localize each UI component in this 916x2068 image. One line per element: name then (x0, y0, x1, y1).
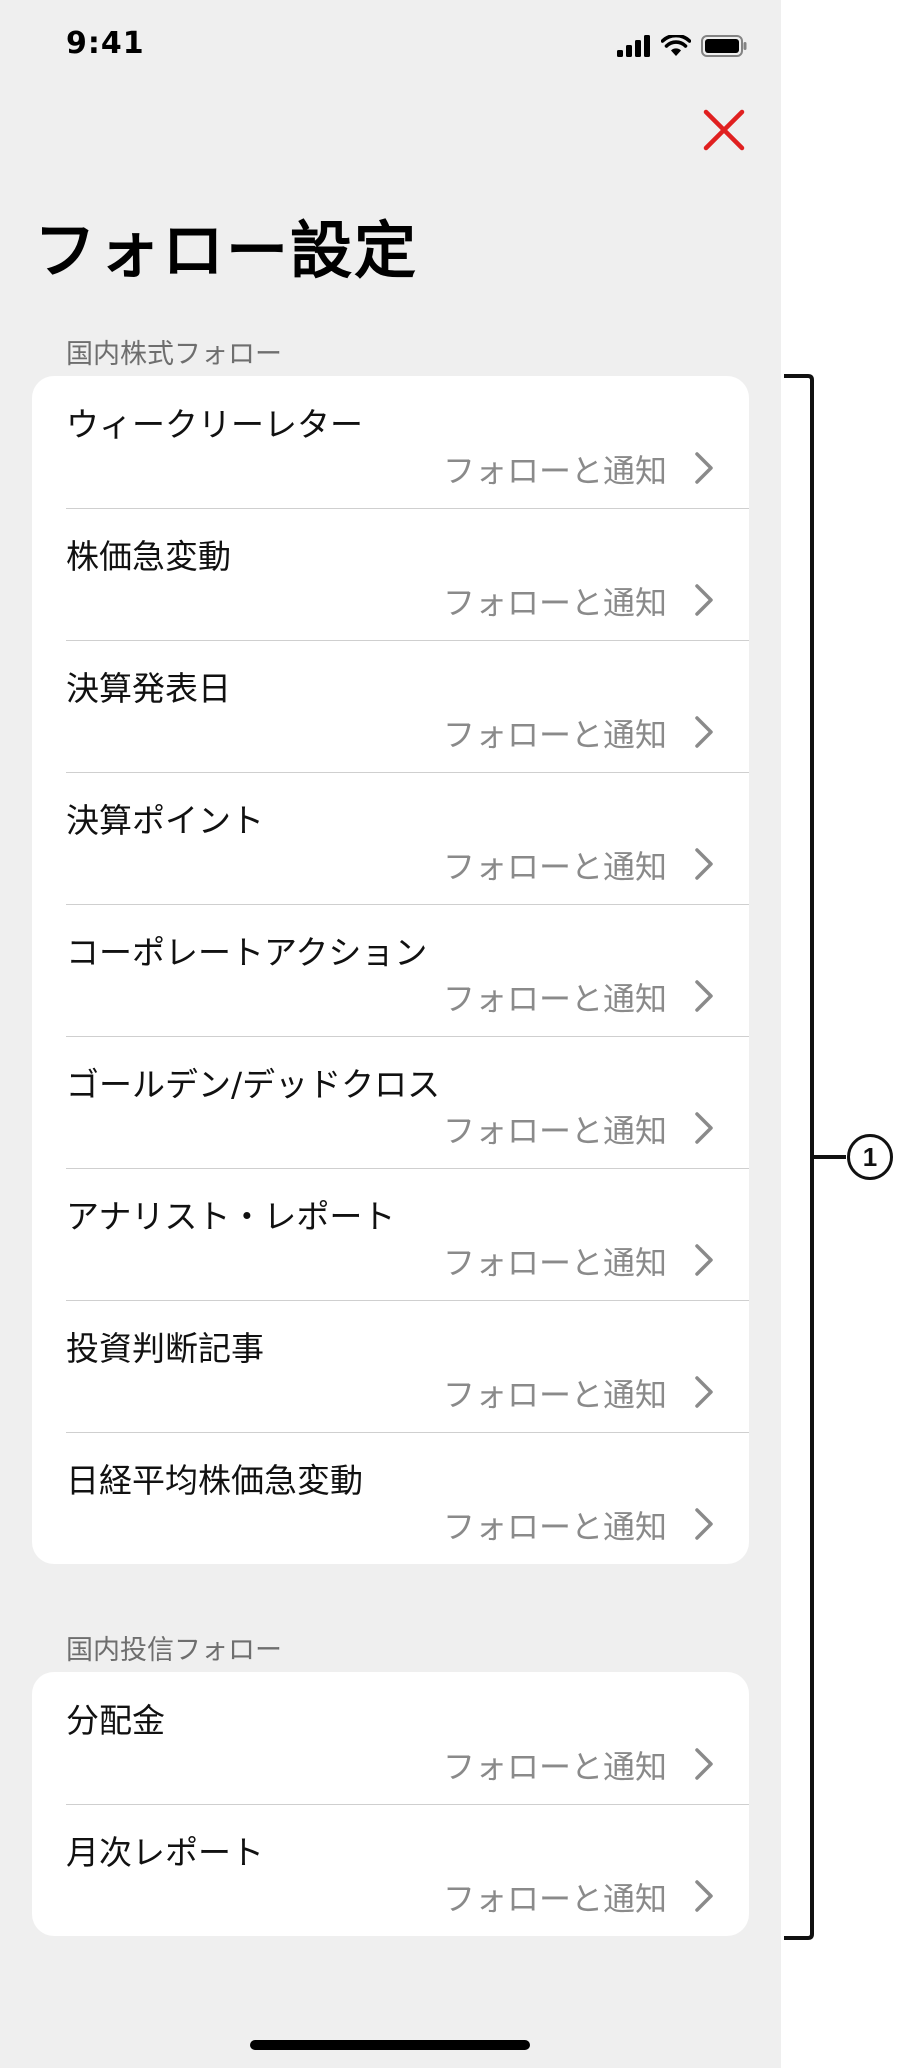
chevron-right-icon (695, 1508, 713, 1540)
card-domestic-stocks: ウィークリーレター フォローと通知 株価急変動 フォローと通知 決算発表日 フォ… (32, 376, 749, 1564)
row-action-label: フォローと通知 (442, 1880, 667, 1918)
chevron-right-icon (695, 1112, 713, 1144)
row-title: 月次レポート (66, 1833, 264, 1872)
row-action-label: フォローと通知 (442, 584, 667, 622)
chevron-right-icon (695, 716, 713, 748)
list-item-corporate-action[interactable]: コーポレートアクション フォローと通知 (32, 904, 749, 1036)
row-action-label: フォローと通知 (442, 1112, 667, 1150)
phone-screen: 9:41 フォロー設定 国内株式フォロー ウィークリーレター フォローと通知 株… (0, 0, 781, 2068)
row-title: アナリスト・レポート (66, 1197, 396, 1236)
list-item-earnings-points[interactable]: 決算ポイント フォローと通知 (32, 772, 749, 904)
row-action-label: フォローと通知 (442, 848, 667, 886)
list-item-analyst-report[interactable]: アナリスト・レポート フォローと通知 (32, 1168, 749, 1300)
home-indicator (250, 2040, 530, 2050)
section-header-domestic-stocks: 国内株式フォロー (66, 339, 282, 370)
battery-icon (701, 35, 747, 57)
page-title: フォロー設定 (34, 214, 419, 287)
list-item-earnings-date[interactable]: 決算発表日 フォローと通知 (32, 640, 749, 772)
row-title: ウィークリーレター (66, 405, 363, 444)
chevron-right-icon (695, 452, 713, 484)
close-icon (703, 109, 745, 151)
chevron-right-icon (695, 584, 713, 616)
annotation-callout: 1 (847, 1134, 893, 1180)
chevron-right-icon (695, 848, 713, 880)
row-title: 分配金 (66, 1701, 165, 1740)
row-title: 決算発表日 (66, 669, 231, 708)
list-item-price-change[interactable]: 株価急変動 フォローと通知 (32, 508, 749, 640)
list-item-distribution[interactable]: 分配金 フォローと通知 (32, 1672, 749, 1804)
row-title: 決算ポイント (66, 801, 264, 840)
status-time: 9:41 (66, 26, 145, 61)
row-title: 投資判断記事 (66, 1329, 264, 1368)
chevron-right-icon (695, 1376, 713, 1408)
list-item-golden-dead-cross[interactable]: ゴールデン/デッドクロス フォローと通知 (32, 1036, 749, 1168)
signal-icon (617, 35, 650, 57)
list-item-nikkei-change[interactable]: 日経平均株価急変動 フォローと通知 (32, 1432, 749, 1564)
chevron-right-icon (695, 1748, 713, 1780)
row-action-label: フォローと通知 (442, 716, 667, 754)
list-item-monthly-report[interactable]: 月次レポート フォローと通知 (32, 1804, 749, 1936)
section-header-domestic-funds: 国内投信フォロー (66, 1635, 282, 1666)
row-title: 日経平均株価急変動 (66, 1461, 363, 1500)
row-action-label: フォローと通知 (442, 452, 667, 490)
row-action-label: フォローと通知 (442, 980, 667, 1018)
status-bar: 9:41 (0, 0, 781, 90)
status-icons (617, 32, 747, 60)
list-item-investment-judgment[interactable]: 投資判断記事 フォローと通知 (32, 1300, 749, 1432)
row-action-label: フォローと通知 (442, 1376, 667, 1414)
row-title: コーポレートアクション (66, 933, 428, 972)
chevron-right-icon (695, 1244, 713, 1276)
row-title: ゴールデン/デッドクロス (66, 1065, 441, 1104)
row-action-label: フォローと通知 (442, 1508, 667, 1546)
row-title: 株価急変動 (66, 537, 231, 576)
card-domestic-funds: 分配金 フォローと通知 月次レポート フォローと通知 (32, 1672, 749, 1936)
row-action-label: フォローと通知 (442, 1244, 667, 1282)
chevron-right-icon (695, 1880, 713, 1912)
chevron-right-icon (695, 980, 713, 1012)
list-item-weekly-letter[interactable]: ウィークリーレター フォローと通知 (32, 376, 749, 508)
row-action-label: フォローと通知 (442, 1748, 667, 1786)
close-button[interactable] (700, 106, 748, 154)
wifi-icon (661, 35, 691, 56)
